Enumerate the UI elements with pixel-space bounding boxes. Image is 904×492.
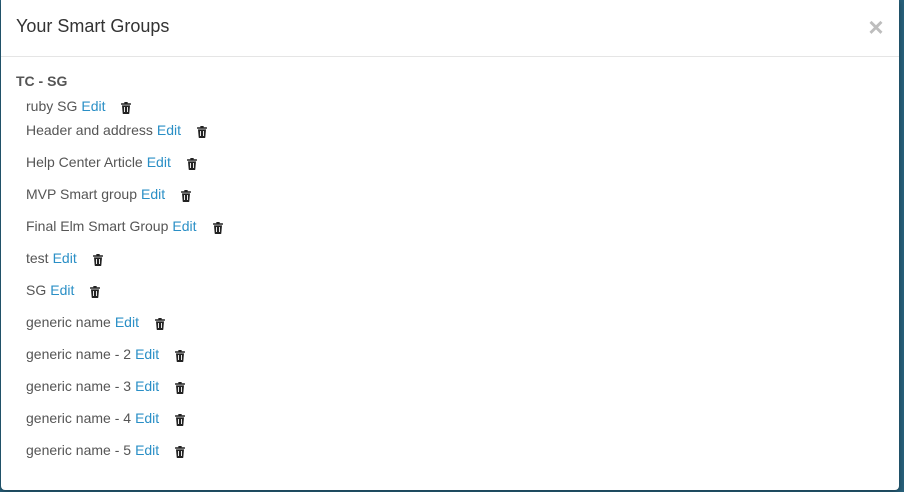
edit-link[interactable]: Edit xyxy=(135,345,159,363)
smart-group-name: generic name - 2 xyxy=(26,346,132,362)
smart-group-row: Header and address Edit xyxy=(26,121,884,139)
smart-group-name: Help Center Article xyxy=(26,154,143,170)
trash-icon[interactable] xyxy=(121,102,132,114)
smart-group-name: generic name - 3 xyxy=(26,378,132,394)
smart-group-name: ruby SG xyxy=(26,98,78,114)
edit-link[interactable]: Edit xyxy=(135,409,159,427)
smart-group-name: generic name - 5 xyxy=(26,442,132,458)
smart-group-row: generic name - 2 Edit xyxy=(26,345,884,363)
edit-link[interactable]: Edit xyxy=(141,185,165,203)
smart-group-row: MVP Smart group Edit xyxy=(26,185,884,203)
smart-group-name: test xyxy=(26,250,49,266)
smart-group-row: ruby SG Edit xyxy=(26,97,884,115)
smart-group-name: Final Elm Smart Group xyxy=(26,218,169,234)
list-item: generic name - 5 Edit xyxy=(16,441,884,473)
trash-icon[interactable] xyxy=(175,382,186,394)
trash-icon[interactable] xyxy=(197,126,207,138)
edit-link[interactable]: Edit xyxy=(53,249,77,267)
list-item: SG Edit xyxy=(16,281,884,313)
edit-link[interactable]: Edit xyxy=(115,313,139,331)
trash-icon[interactable] xyxy=(181,190,192,202)
smart-group-row: Help Center Article Edit xyxy=(26,153,884,171)
list-item: generic name - 4 Edit xyxy=(16,409,884,441)
trash-icon[interactable] xyxy=(175,414,186,426)
list-item: generic name - 2 Edit xyxy=(16,345,884,377)
smart-group-row: Final Elm Smart Group Edit xyxy=(26,217,884,235)
list-item: test Edit xyxy=(16,249,884,281)
smart-group-name: SG xyxy=(26,282,47,298)
edit-link[interactable]: Edit xyxy=(172,217,196,235)
smart-groups-modal: Your Smart Groups × TC - SG ruby SG Edit H… xyxy=(1,0,899,490)
list-item: generic name - 3 Edit xyxy=(16,377,884,409)
modal-body: TC - SG ruby SG Edit Header and address Edi… xyxy=(1,57,899,473)
list-item: Header and address Edit xyxy=(16,121,884,153)
modal-title: Your Smart Groups xyxy=(16,16,170,36)
smart-group-row: test Edit xyxy=(26,249,884,267)
trash-icon[interactable] xyxy=(175,350,186,362)
smart-group-row: generic name - 4 Edit xyxy=(26,409,884,427)
edit-link[interactable]: Edit xyxy=(135,377,159,395)
edit-link[interactable]: Edit xyxy=(135,441,159,459)
trash-icon[interactable] xyxy=(175,446,186,458)
trash-icon[interactable] xyxy=(212,222,223,234)
modal-header: Your Smart Groups × xyxy=(1,0,899,57)
smart-group-name: MVP Smart group xyxy=(26,186,138,202)
close-icon[interactable]: × xyxy=(867,14,885,40)
list-item: Final Elm Smart Group Edit xyxy=(16,217,884,249)
smart-group-name: generic name - 4 xyxy=(26,410,132,426)
edit-link[interactable]: Edit xyxy=(81,97,105,115)
smart-group-row: SG Edit xyxy=(26,281,884,299)
list-item: MVP Smart group Edit xyxy=(16,185,884,217)
smart-group-name: Header and address xyxy=(26,122,153,138)
list-item: ruby SG Edit xyxy=(16,90,884,121)
trash-icon[interactable] xyxy=(186,158,197,170)
list-item: Help Center Article Edit xyxy=(16,153,884,185)
smart-group-row: generic name - 3 Edit xyxy=(26,377,884,395)
edit-link[interactable]: Edit xyxy=(147,153,171,171)
smart-group-name: generic name xyxy=(26,314,111,330)
trash-icon[interactable] xyxy=(92,254,103,266)
trash-icon[interactable] xyxy=(154,318,165,330)
edit-link[interactable]: Edit xyxy=(50,281,74,299)
list-item: generic name Edit xyxy=(16,313,884,345)
edit-link[interactable]: Edit xyxy=(157,121,181,139)
smart-group-row: generic name Edit xyxy=(26,313,884,331)
smart-group-row: generic name - 5 Edit xyxy=(26,441,884,459)
smart-group-list: ruby SG Edit Header and address Edit Help Ce… xyxy=(16,90,884,473)
group-title: TC - SG xyxy=(16,73,68,89)
trash-icon[interactable] xyxy=(90,286,101,298)
